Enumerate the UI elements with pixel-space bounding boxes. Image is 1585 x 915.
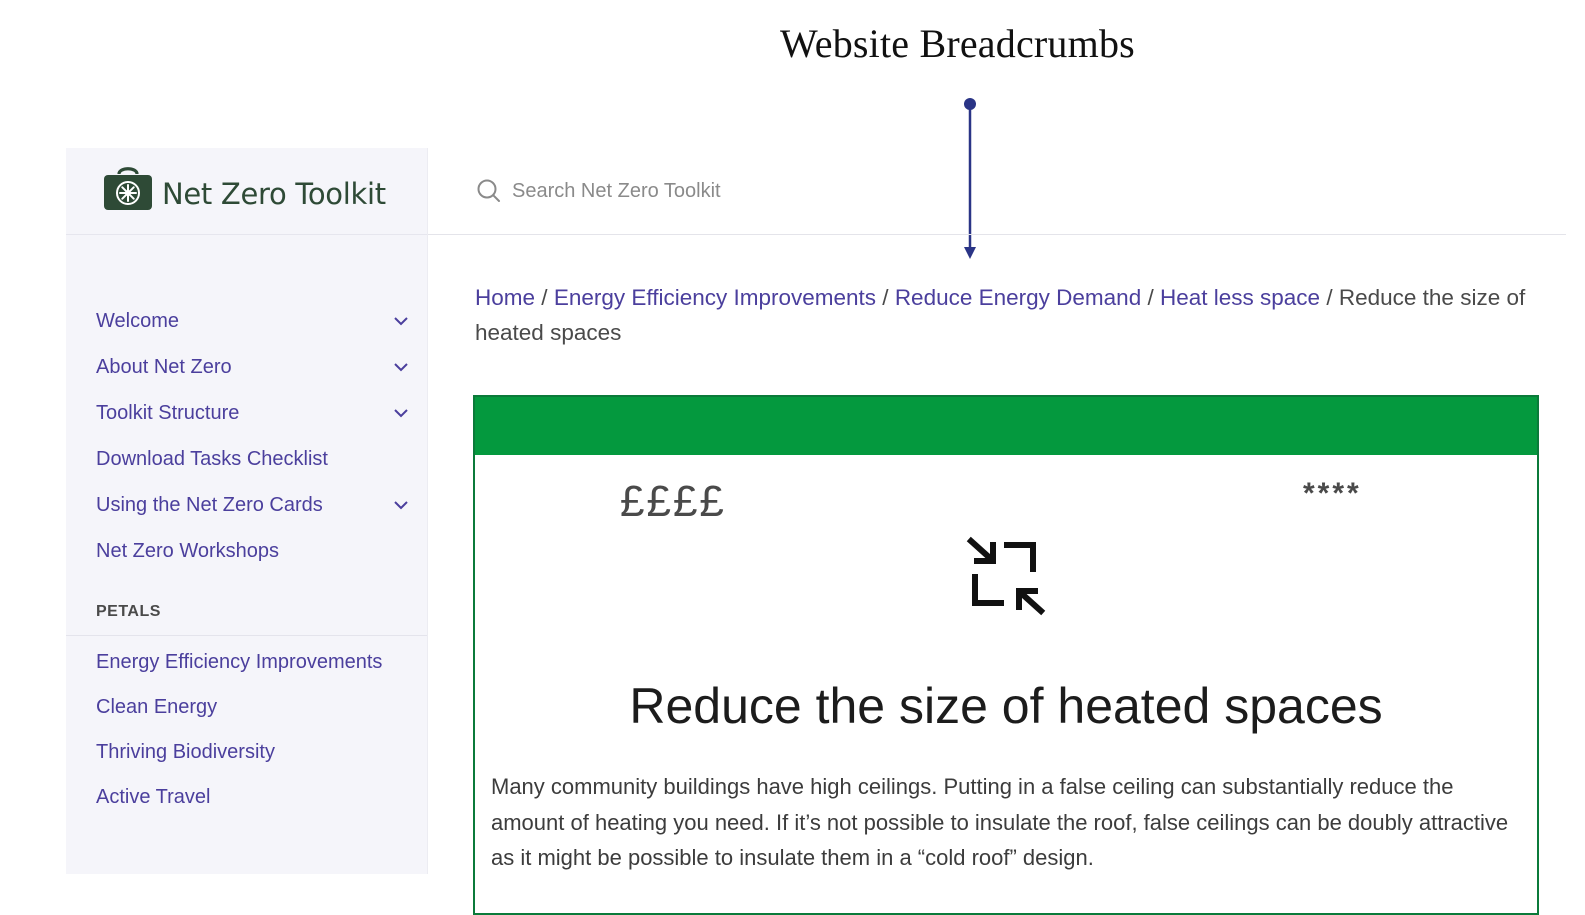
breadcrumb-link-heat-less-space[interactable]: Heat less space (1160, 285, 1320, 310)
sidebar-item-label: Welcome (96, 309, 179, 332)
breadcrumb-separator: / (1147, 285, 1160, 310)
sidebar-item-label: Using the Net Zero Cards (96, 493, 323, 516)
sidebar-item-label: Download Tasks Checklist (96, 447, 328, 470)
sidebar-item-toolkit-structure[interactable]: Toolkit Structure (66, 390, 427, 436)
petal-item-energy-efficiency[interactable]: Energy Efficiency Improvements (96, 645, 396, 680)
breadcrumb-link-energy-efficiency[interactable]: Energy Efficiency Improvements (554, 285, 876, 310)
cost-rating: ££££ (620, 477, 726, 526)
petal-item-clean-energy[interactable]: Clean Energy (96, 690, 396, 725)
annotation-title: Website Breadcrumbs (780, 21, 1135, 66)
sidebar-item-about-net-zero[interactable]: About Net Zero (66, 344, 427, 390)
sidebar: Net Zero Toolkit Welcome About Net Zero … (66, 148, 428, 874)
sidebar-nav: Welcome About Net Zero Toolkit Structure… (66, 298, 427, 574)
shrink-arrows-icon (966, 536, 1046, 616)
chevron-down-icon[interactable] (393, 500, 409, 510)
card-banner (475, 397, 1537, 455)
section-label-petals: PETALS (96, 603, 161, 620)
chevron-down-icon[interactable] (393, 316, 409, 326)
petals-list: Energy Efficiency Improvements Clean Ene… (96, 645, 396, 825)
sidebar-item-using-net-zero-cards[interactable]: Using the Net Zero Cards (66, 482, 427, 528)
breadcrumb-separator: / (1326, 285, 1339, 310)
breadcrumb-separator: / (541, 285, 554, 310)
search-icon[interactable] (476, 178, 502, 204)
sidebar-item-welcome[interactable]: Welcome (66, 298, 427, 344)
petal-item-thriving-biodiversity[interactable]: Thriving Biodiversity (96, 735, 396, 770)
logo-text[interactable]: Net Zero Toolkit (162, 177, 386, 211)
sidebar-item-label: Toolkit Structure (96, 401, 240, 424)
breadcrumb-link-reduce-energy-demand[interactable]: Reduce Energy Demand (895, 285, 1141, 310)
breadcrumb-separator: / (882, 285, 895, 310)
petal-item-active-travel[interactable]: Active Travel (96, 780, 396, 815)
sidebar-item-download-tasks-checklist[interactable]: Download Tasks Checklist (66, 436, 427, 482)
toolkit-logo-icon[interactable] (102, 166, 154, 212)
sidebar-item-label: Net Zero Workshops (96, 539, 280, 562)
sidebar-item-net-zero-workshops[interactable]: Net Zero Workshops (66, 528, 427, 574)
task-card: ££££ **** Reduce the size of heated spac… (473, 395, 1539, 915)
search-input[interactable] (510, 178, 1110, 204)
breadcrumb: Home / Energy Efficiency Improvements / … (475, 280, 1540, 350)
card-body: Many community buildings have high ceili… (491, 774, 1509, 870)
section-divider (66, 635, 427, 636)
breadcrumb-link-home[interactable]: Home (475, 285, 535, 310)
card-title: Reduce the size of heated spaces (629, 678, 1383, 734)
chevron-down-icon[interactable] (393, 408, 409, 418)
sidebar-item-label: About Net Zero (96, 355, 232, 378)
chevron-down-icon[interactable] (393, 362, 409, 372)
sidebar-header: Net Zero Toolkit (66, 148, 427, 235)
search-bar (428, 148, 1566, 235)
impact-rating: **** (1303, 477, 1362, 510)
